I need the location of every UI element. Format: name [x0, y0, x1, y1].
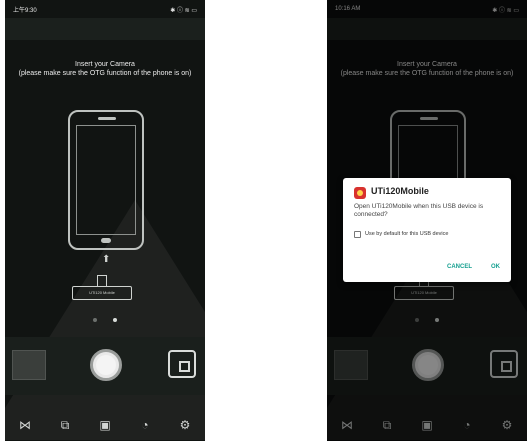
- screen-outline: [76, 125, 136, 235]
- palette-icon[interactable]: ◔: [135, 418, 155, 432]
- layers-icon[interactable]: ⧉: [55, 418, 75, 433]
- speaker-icon: [98, 117, 116, 120]
- page-dot-active: [113, 318, 117, 322]
- phone-illustration: [68, 110, 144, 250]
- top-band: [5, 18, 205, 40]
- arrow-up-icon: ⬆: [102, 254, 111, 265]
- camera-connector-label: UTi120 Mobile: [72, 286, 132, 300]
- default-checkbox-label: Use by default for this USB device: [365, 231, 449, 237]
- ok-button[interactable]: OK: [491, 264, 500, 270]
- compare-icon[interactable]: ⋈: [15, 418, 35, 432]
- page-dot: [93, 318, 97, 322]
- dialog-message: Open UTi120Mobile when this USB device i…: [354, 203, 484, 218]
- cancel-button[interactable]: CANCEL: [447, 264, 472, 270]
- picture-in-picture-button[interactable]: [168, 350, 196, 378]
- default-checkbox[interactable]: [354, 231, 361, 238]
- home-button-icon: [101, 238, 111, 243]
- gallery-thumbnail[interactable]: [12, 350, 46, 380]
- dialog-title: UTi120Mobile: [371, 186, 429, 196]
- phone-screen-right: 10:16 AM ✱ ⓘ ≋ ▭ Insert your Camera (ple…: [327, 0, 527, 441]
- app-icon: [354, 187, 366, 199]
- gallery-icon[interactable]: ▣: [95, 418, 115, 432]
- status-bar: 上午9:30 ✱ ⓘ ≋ ▭: [5, 0, 205, 18]
- instruction-text: Insert your Camera (please make sure the…: [18, 61, 192, 77]
- shutter-button[interactable]: [90, 349, 122, 381]
- page-indicator: [93, 318, 117, 324]
- bottom-nav: ⋈ ⧉ ▣ ◔ ⚙: [5, 409, 205, 441]
- status-time: 上午9:30: [13, 7, 37, 14]
- usb-permission-dialog: UTi120Mobile Open UTi120Mobile when this…: [343, 178, 511, 282]
- phone-screen-left: 上午9:30 ✱ ⓘ ≋ ▭ Insert your Camera (pleas…: [5, 0, 205, 441]
- status-icons: ✱ ⓘ ≋ ▭: [170, 7, 197, 14]
- settings-icon[interactable]: ⚙: [175, 418, 195, 432]
- usb-plug-icon: [97, 275, 107, 286]
